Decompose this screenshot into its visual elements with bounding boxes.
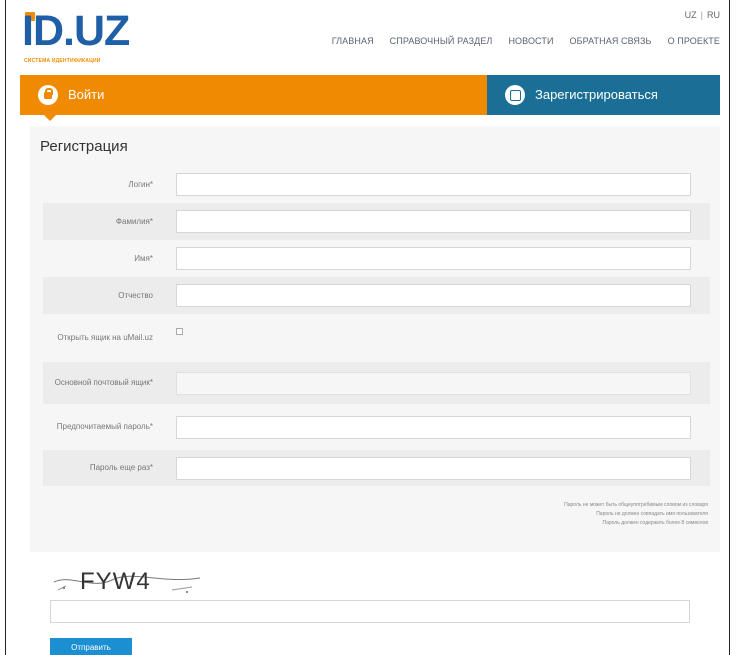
password-input[interactable] bbox=[176, 415, 691, 439]
field-label: Пароль еще раз* bbox=[89, 463, 153, 472]
firstname-input[interactable] bbox=[176, 247, 691, 270]
captcha-input[interactable] bbox=[50, 600, 690, 623]
lang-ru-link[interactable]: RU bbox=[707, 10, 720, 20]
password-hint: Пароль не должен совпадать имя пользоват… bbox=[596, 511, 708, 517]
password-confirm-input[interactable] bbox=[176, 456, 691, 480]
password-hints: Пароль не может быть общеупотребимым сло… bbox=[564, 501, 708, 528]
form-row-login: Логин* bbox=[43, 166, 710, 203]
site-header: ID.UZ СИСТЕМА ИДЕНТИФИКАЦИИ UZ | RU ГЛАВНА… bbox=[20, 0, 720, 70]
nav-item-home[interactable]: ГЛАВНАЯ bbox=[332, 36, 374, 46]
form-row-password-confirm: Пароль еще раз* bbox=[43, 450, 710, 486]
language-switcher: UZ | RU bbox=[685, 10, 720, 20]
logo-subtitle: СИСТЕМА ИДЕНТИФИКАЦИИ bbox=[24, 58, 101, 64]
form-row-firstname: Имя* bbox=[43, 240, 710, 277]
edit-icon bbox=[505, 85, 525, 105]
field-label: Предпочитаемый пароль* bbox=[56, 422, 153, 431]
captcha-section: FYW4 Отправить bbox=[30, 552, 720, 655]
nav-item-about[interactable]: О ПРОЕКТЕ bbox=[668, 36, 720, 46]
auth-bar: Войти Зарегистрироваться bbox=[20, 75, 720, 121]
submit-button-label: Отправить bbox=[71, 643, 111, 652]
login-tab-label: Войти bbox=[68, 87, 105, 102]
form-row-umail: Открыть ящик на uMail.uz bbox=[43, 314, 710, 362]
lock-icon bbox=[38, 85, 58, 105]
lang-uz-link[interactable]: UZ bbox=[685, 10, 697, 20]
form-row-password: Предпочитаемый пароль* bbox=[43, 404, 710, 450]
login-tab-pointer bbox=[44, 115, 56, 121]
field-label: Логин* bbox=[128, 179, 153, 189]
register-tab-label: Зарегистрироваться bbox=[535, 87, 658, 102]
site-logo[interactable]: ID.UZ СИСТЕМА ИДЕНТИФИКАЦИИ bbox=[22, 7, 182, 66]
register-tab[interactable]: Зарегистрироваться bbox=[487, 75, 720, 115]
login-tab[interactable]: Войти bbox=[20, 75, 487, 121]
field-label: Основной почтовый ящик* bbox=[54, 378, 153, 387]
field-label: Открыть ящик на uMail.uz bbox=[57, 333, 153, 342]
password-hint: Пароль не может быть общеупотребимым сло… bbox=[564, 502, 708, 508]
main-nav: ГЛАВНАЯ СПРАВОЧНЫЙ РАЗДЕЛ НОВОСТИ ОБРАТН… bbox=[316, 36, 720, 46]
page-title: Регистрация bbox=[40, 138, 128, 155]
logo-text: ID.UZ bbox=[22, 7, 130, 55]
nav-item-reference[interactable]: СПРАВОЧНЫЙ РАЗДЕЛ bbox=[390, 36, 493, 46]
email-input[interactable] bbox=[176, 371, 691, 395]
nav-item-news[interactable]: НОВОСТИ bbox=[508, 36, 553, 46]
middlename-input[interactable] bbox=[176, 284, 691, 307]
form-row-email: Основной почтовый ящик* bbox=[43, 362, 710, 404]
captcha-image: FYW4 bbox=[53, 568, 201, 595]
lastname-input[interactable] bbox=[176, 210, 691, 233]
login-input[interactable] bbox=[176, 173, 691, 196]
submit-button[interactable]: Отправить bbox=[50, 638, 132, 655]
window-border-right bbox=[729, 0, 730, 655]
form-row-middlename: Отчество bbox=[43, 277, 710, 314]
field-label: Отчество bbox=[118, 290, 153, 300]
nav-item-feedback[interactable]: ОБРАТНАЯ СВЯЗЬ bbox=[570, 36, 652, 46]
field-label: Фамилия* bbox=[115, 216, 153, 226]
captcha-text: FYW4 bbox=[80, 568, 151, 595]
form-row-lastname: Фамилия* bbox=[43, 203, 710, 240]
umail-checkbox[interactable] bbox=[176, 327, 183, 335]
lang-separator: | bbox=[700, 10, 703, 20]
registration-panel: Регистрация Логин* Фамилия* Имя* Отчеств… bbox=[30, 126, 720, 655]
field-label: Имя* bbox=[134, 253, 153, 263]
registration-form: Логин* Фамилия* Имя* Отчество Открыть ящ… bbox=[43, 166, 710, 486]
window-border-left bbox=[5, 0, 6, 655]
password-hint: Пароль должен содержать более 8 символов bbox=[602, 520, 708, 526]
